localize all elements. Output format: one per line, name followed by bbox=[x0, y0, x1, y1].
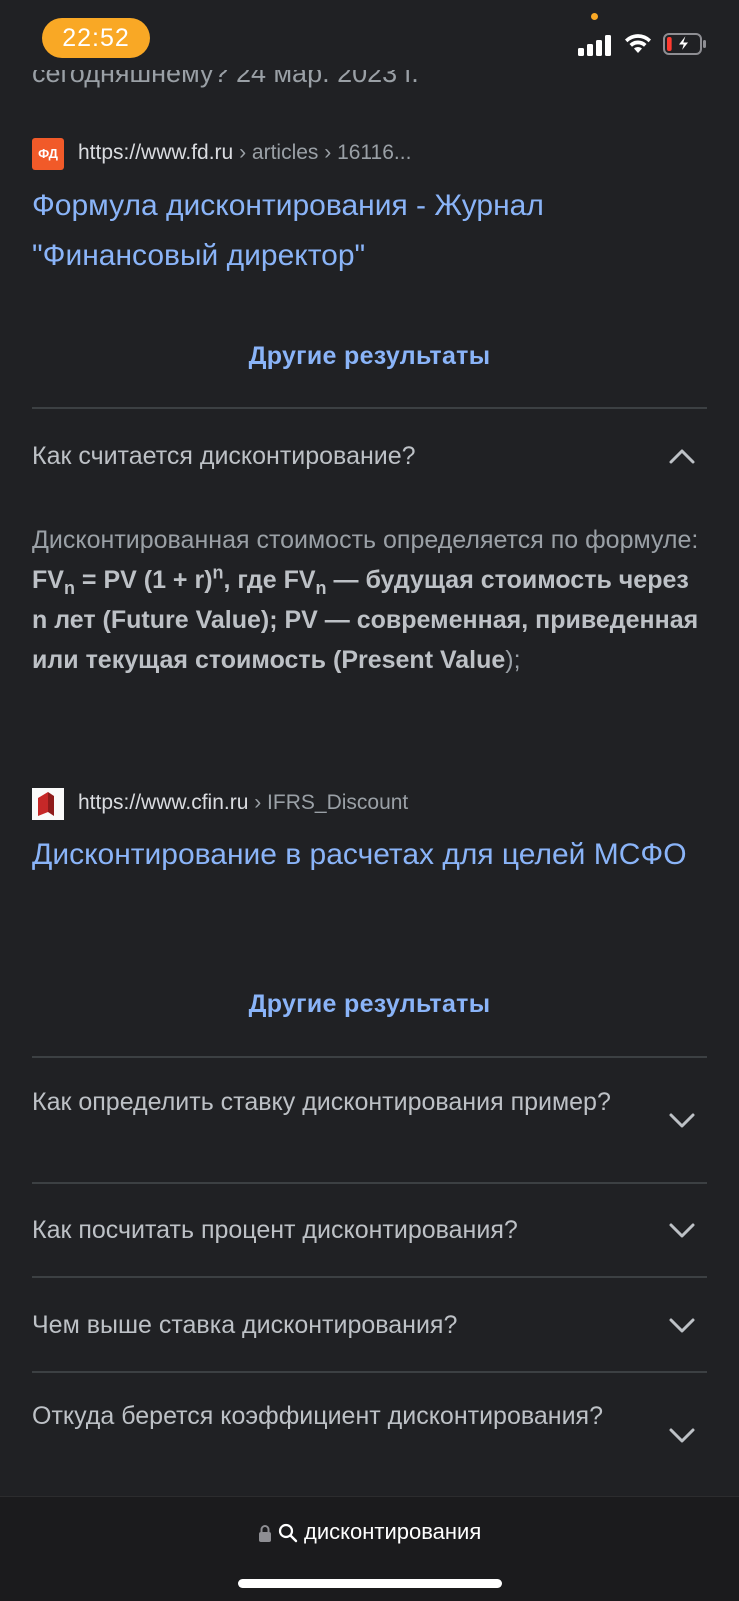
result-title-link[interactable]: Дисконтирование в расчетах для целей МСФ… bbox=[32, 830, 692, 880]
faq-question[interactable]: Как посчитать процент дисконтирования? bbox=[32, 1211, 642, 1250]
answer-fv: FV bbox=[32, 566, 64, 594]
chevron-down-icon[interactable] bbox=[668, 1316, 696, 1334]
divider bbox=[32, 1056, 707, 1058]
chevron-down-icon[interactable] bbox=[668, 1221, 696, 1239]
lock-icon bbox=[258, 1525, 271, 1543]
faq-question[interactable]: Чем выше ставка дисконтирования? bbox=[32, 1306, 642, 1345]
faq-question[interactable]: Как определить ставку дисконтирования пр… bbox=[32, 1083, 642, 1122]
divider bbox=[32, 1371, 707, 1373]
answer-sup: n bbox=[212, 562, 224, 583]
address-query: дисконтирования bbox=[304, 1519, 482, 1544]
wifi-icon bbox=[625, 34, 651, 53]
cellular-signal-icon bbox=[578, 34, 614, 56]
chevron-up-icon[interactable] bbox=[668, 447, 696, 465]
answer-eq: = PV (1 + r) bbox=[74, 566, 213, 594]
battery-low-charging-icon bbox=[663, 33, 706, 55]
faq-question[interactable]: Откуда берется коэффициент дисконтирован… bbox=[32, 1397, 642, 1436]
mic-indicator-dot bbox=[591, 13, 598, 20]
site-favicon-fd: ФД bbox=[32, 138, 64, 170]
status-time: 22:52 bbox=[42, 18, 150, 58]
home-indicator[interactable] bbox=[238, 1579, 502, 1588]
status-bar: 22:52 bbox=[0, 0, 739, 80]
faq-answer: Дисконтированная стоимость определяется … bbox=[32, 520, 702, 680]
address-bar[interactable]: дисконтирования bbox=[0, 1519, 739, 1545]
chevron-down-icon[interactable] bbox=[668, 1426, 696, 1444]
answer-end: ); bbox=[505, 646, 521, 674]
site-favicon-cfin bbox=[32, 788, 64, 820]
cfin-logo-icon bbox=[32, 788, 64, 820]
answer-text: Дисконтированная стоимость определяется … bbox=[32, 526, 699, 554]
answer-mid: , где FV bbox=[223, 566, 316, 594]
result-url[interactable]: https://www.fd.ru › articles › 16116... bbox=[78, 141, 411, 165]
divider bbox=[32, 1182, 707, 1184]
browser-bottom-bar: дисконтирования bbox=[0, 1496, 739, 1601]
more-results-link[interactable]: Другие результаты bbox=[0, 342, 739, 371]
chevron-down-icon[interactable] bbox=[668, 1111, 696, 1129]
result-title-link[interactable]: Формула дисконтирования - Журнал "Финанс… bbox=[32, 181, 692, 281]
divider bbox=[32, 407, 707, 409]
answer-sub: n bbox=[315, 578, 327, 598]
result-url-site: https://www.cfin.ru bbox=[78, 791, 249, 814]
more-results-link[interactable]: Другие результаты bbox=[0, 990, 739, 1019]
result-url-path: › articles › 16116... bbox=[233, 141, 412, 164]
search-icon bbox=[278, 1524, 298, 1543]
faq-question[interactable]: Как считается дисконтирование? bbox=[32, 437, 642, 476]
result-url-site: https://www.fd.ru bbox=[78, 141, 234, 164]
answer-sub: n bbox=[63, 578, 75, 598]
result-url[interactable]: https://www.cfin.ru › IFRS_Discount bbox=[78, 791, 408, 815]
divider bbox=[32, 1276, 707, 1278]
result-url-path: › IFRS_Discount bbox=[248, 791, 409, 814]
